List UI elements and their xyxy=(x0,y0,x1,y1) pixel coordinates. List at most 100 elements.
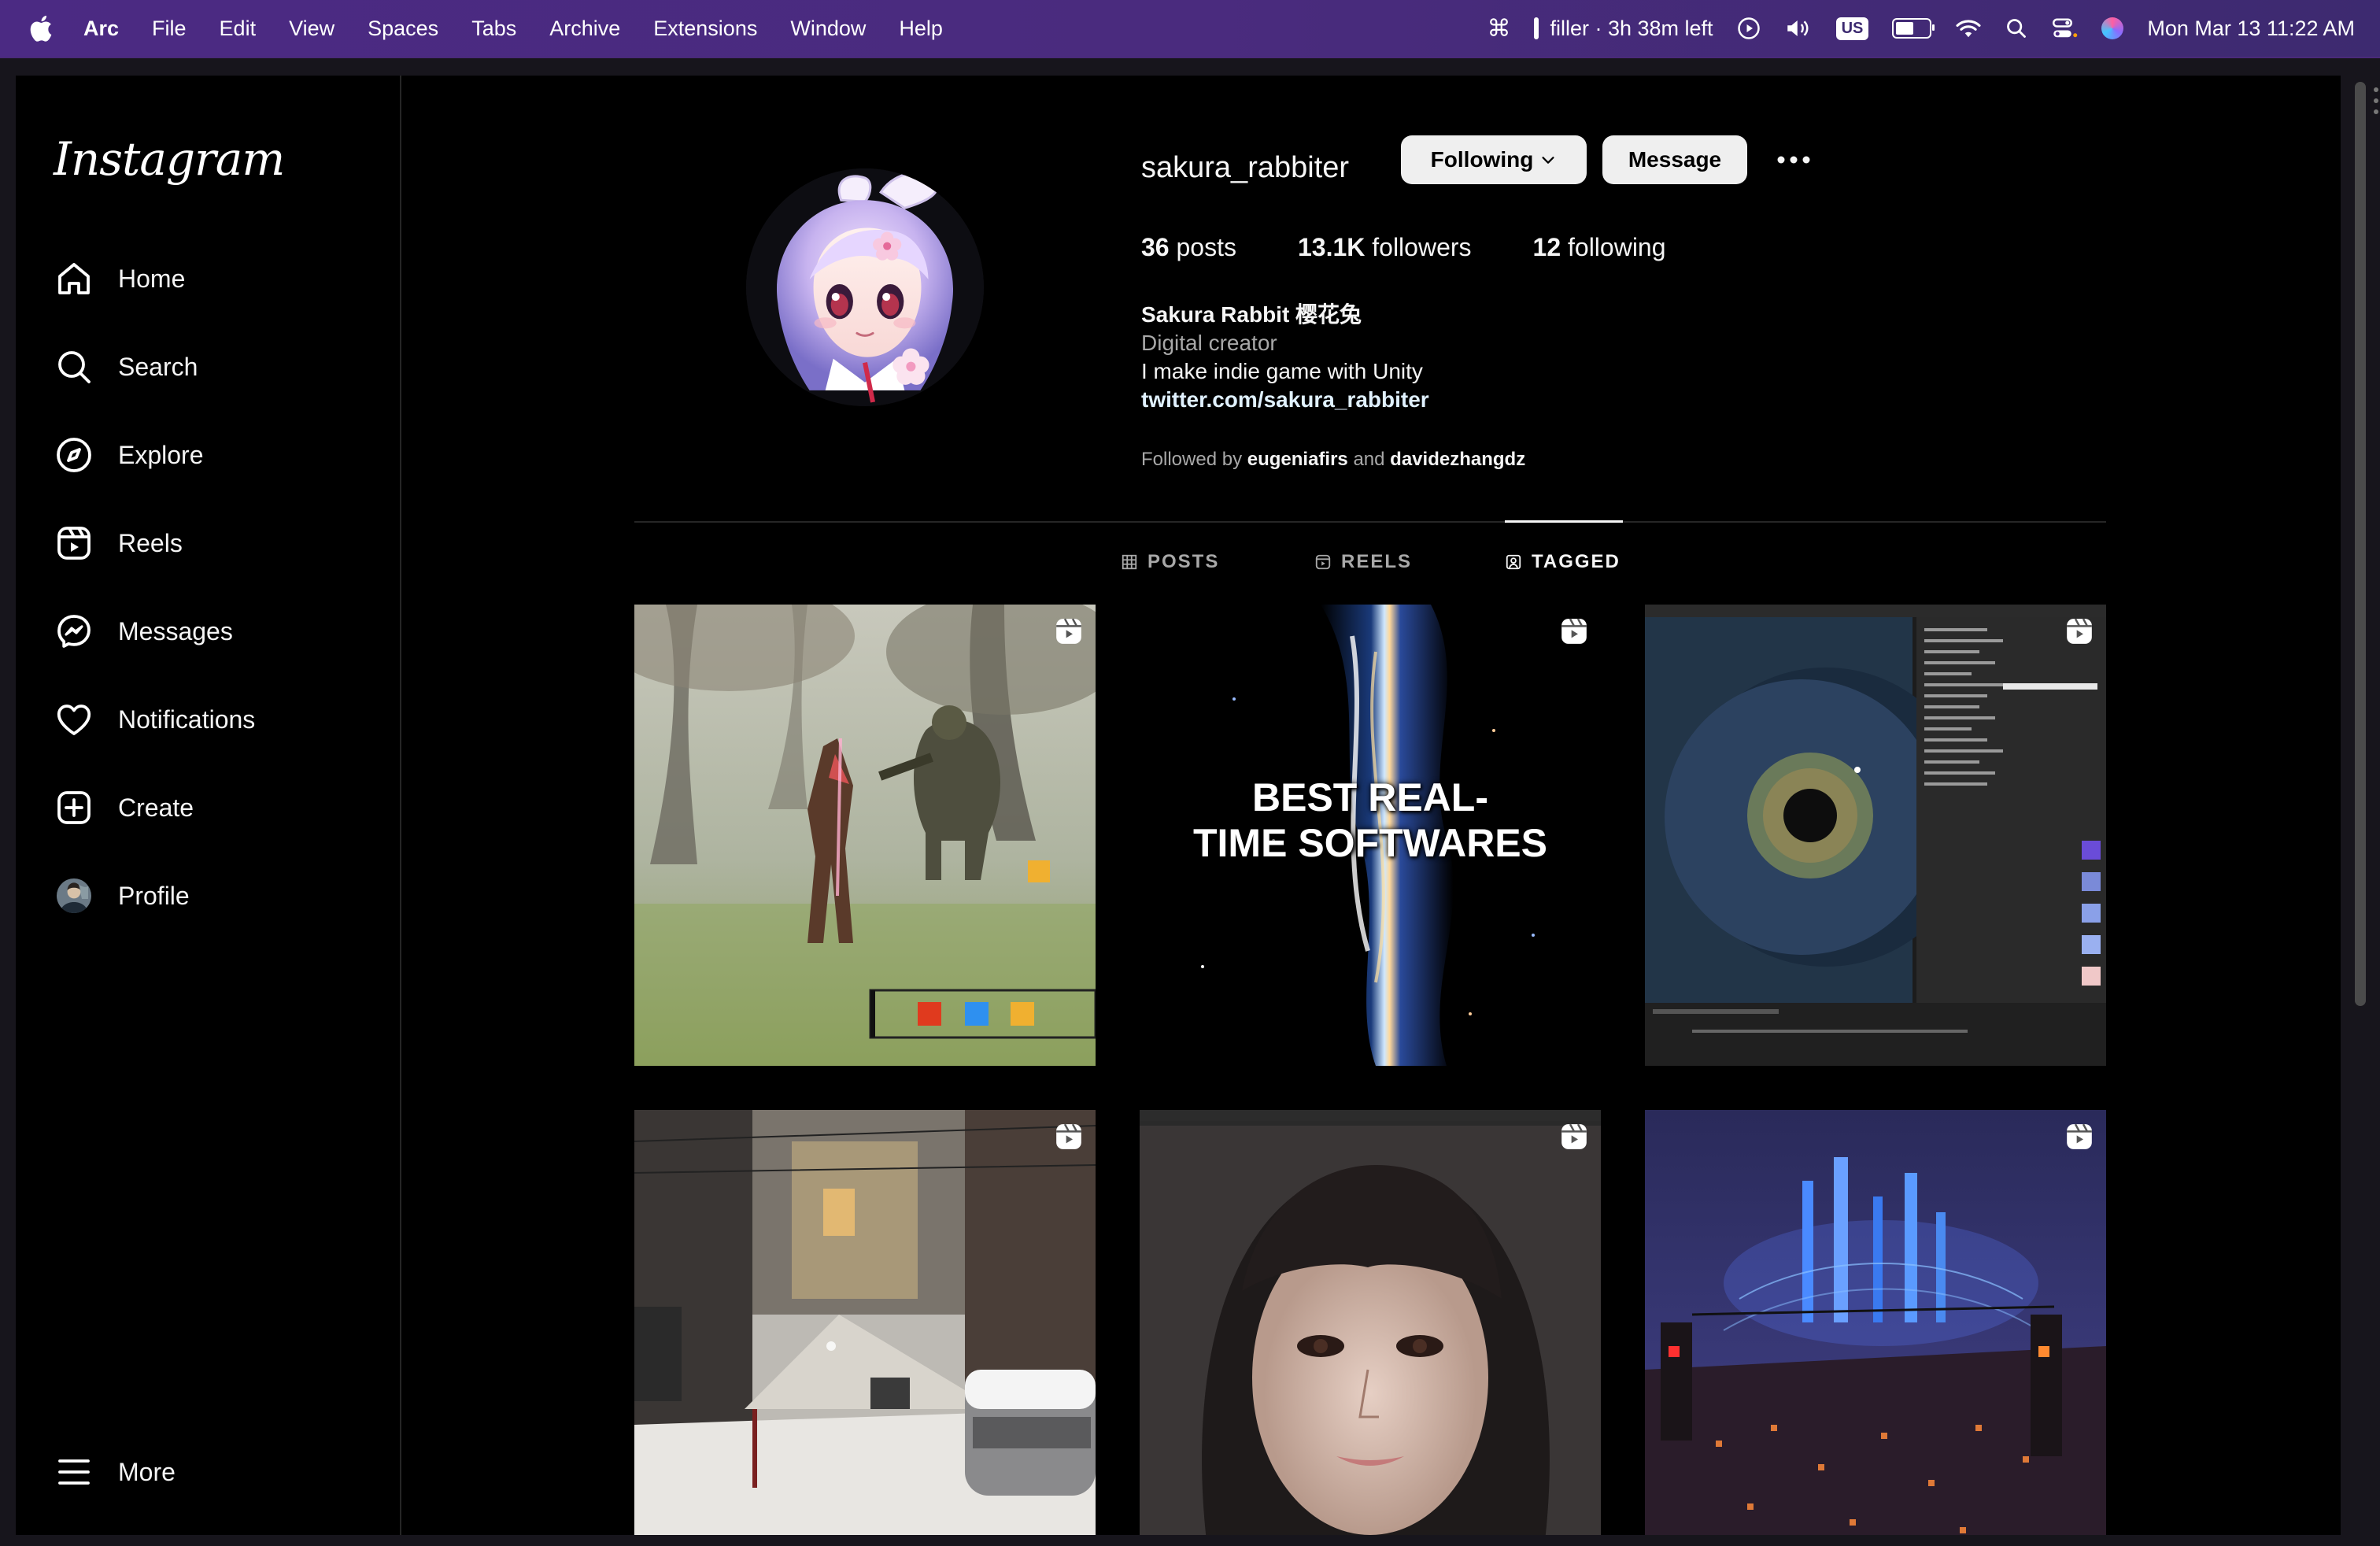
post-tile-forest-battle[interactable] xyxy=(634,605,1096,1066)
post-tile-cyberpunk-city[interactable] xyxy=(1645,1110,2106,1535)
followers-count: 13.1K xyxy=(1297,233,1366,261)
wifi-icon[interactable] xyxy=(1955,17,1982,39)
cyberpunk-city-thumbnail xyxy=(1645,1110,2106,1535)
more-options-icon[interactable] xyxy=(1776,151,1812,168)
menu-app-name[interactable]: Arc xyxy=(83,17,119,41)
menu-bar: Arc File Edit View Spaces Tabs Archive E… xyxy=(0,0,2380,57)
volume-icon[interactable] xyxy=(1784,17,1813,40)
menu-view[interactable]: View xyxy=(289,17,334,41)
posts-label: posts xyxy=(1176,233,1236,261)
command-icon[interactable]: ⌘ xyxy=(1487,15,1510,43)
reels-icon xyxy=(54,523,94,564)
tile-overlay-title: BEST REAL- TIME SOFTWARES xyxy=(1140,775,1601,866)
followed-by-user-2[interactable]: davidezhangdz xyxy=(1390,449,1525,470)
nav-create[interactable]: Create xyxy=(54,786,194,830)
grid-icon xyxy=(1122,554,1137,570)
profile-stats: 36 posts 13.1K followers 12 following xyxy=(1141,233,1728,262)
menu-file[interactable]: File xyxy=(152,17,187,41)
keyboard-layout-badge[interactable]: US xyxy=(1835,17,1869,40)
spotlight-search-icon[interactable] xyxy=(2005,17,2027,39)
post-tile-snowy-street[interactable] xyxy=(634,1110,1096,1535)
timer-status[interactable]: filler · 3h 38m left xyxy=(1534,17,1713,41)
hamburger-menu-icon xyxy=(54,1452,94,1492)
nav-notifications-label: Notifications xyxy=(118,705,256,734)
reel-badge-icon xyxy=(1056,1123,1081,1149)
reel-badge-icon xyxy=(1056,618,1081,644)
nav-explore[interactable]: Explore xyxy=(54,433,204,477)
menu-help[interactable]: Help xyxy=(899,17,943,41)
menu-window[interactable]: Window xyxy=(790,17,866,41)
post-tile-realtime-softwares[interactable]: BEST REAL- TIME SOFTWARES xyxy=(1140,605,1601,1066)
tagged-icon xyxy=(1506,554,1521,570)
followed-by-and: and xyxy=(1353,449,1385,470)
reel-badge-icon xyxy=(2067,1123,2092,1149)
message-button[interactable]: Message xyxy=(1602,135,1747,184)
scrollbar-thumb[interactable] xyxy=(2355,82,2366,1006)
profile-bio: Sakura Rabbit 樱花兔 Digital creator I make… xyxy=(1141,301,1429,414)
plus-square-icon xyxy=(54,787,94,828)
apple-icon[interactable] xyxy=(27,13,58,44)
tab-reels[interactable]: REELS xyxy=(1314,551,1412,573)
tab-posts[interactable]: POSTS xyxy=(1121,551,1219,573)
sidebar: Instagram Home Search Explore Reels Mess… xyxy=(16,76,401,1535)
compass-icon xyxy=(54,435,94,475)
tab-active-indicator xyxy=(1505,520,1623,523)
forest-battle-thumbnail xyxy=(634,605,1096,1066)
nav-messages[interactable]: Messages xyxy=(54,609,233,653)
window-grab-dots-icon[interactable] xyxy=(2372,85,2380,117)
post-tile-girl-portrait[interactable] xyxy=(1140,1110,1601,1535)
bio-text: I make indie game with Unity xyxy=(1141,359,1423,383)
control-center-icon[interactable] xyxy=(2051,17,2078,40)
heart-icon xyxy=(54,699,94,740)
message-button-label: Message xyxy=(1628,147,1722,172)
menu-extensions[interactable]: Extensions xyxy=(653,17,757,41)
window-frame-bottom xyxy=(0,1535,2380,1546)
reel-badge-icon xyxy=(1561,618,1587,644)
reels-tab-icon xyxy=(1315,554,1331,570)
main-content: sakura_rabbiter Following Message 36 pos… xyxy=(401,76,2341,1535)
search-icon xyxy=(54,346,94,387)
menu-tabs[interactable]: Tabs xyxy=(471,17,516,41)
tile-overlay-line-2: TIME SOFTWARES xyxy=(1193,821,1547,865)
menu-archive[interactable]: Archive xyxy=(549,17,620,41)
home-icon xyxy=(54,258,94,299)
following-button[interactable]: Following xyxy=(1401,135,1587,184)
nav-search[interactable]: Search xyxy=(54,345,198,389)
nav-home[interactable]: Home xyxy=(54,257,185,301)
stat-followers[interactable]: 13.1K followers xyxy=(1298,233,1472,262)
tab-reels-label: REELS xyxy=(1341,551,1413,572)
battery-icon[interactable] xyxy=(1892,18,1935,39)
nav-reels[interactable]: Reels xyxy=(54,521,183,565)
profile-avatar[interactable] xyxy=(746,168,984,406)
window-frame-top xyxy=(0,58,2380,76)
post-tile-eye-shader[interactable] xyxy=(1645,605,2106,1066)
nav-notifications[interactable]: Notifications xyxy=(54,697,255,742)
menu-edit[interactable]: Edit xyxy=(220,17,257,41)
anime-avatar-illustration xyxy=(746,168,984,406)
instagram-logo[interactable]: Instagram xyxy=(54,132,285,186)
browser-window: Instagram Home Search Explore Reels Mess… xyxy=(0,58,2380,1546)
chevron-down-icon xyxy=(1542,157,1554,164)
followed-by-user-1[interactable]: eugeniafirs xyxy=(1247,449,1348,470)
nav-profile-label: Profile xyxy=(118,881,190,910)
eye-shader-editor-thumbnail xyxy=(1645,605,2106,1066)
play-icon[interactable] xyxy=(1737,17,1761,40)
nav-profile[interactable]: Profile xyxy=(54,874,190,918)
clock[interactable]: Mon Mar 13 11:22 AM xyxy=(2147,17,2355,41)
battery-level xyxy=(1896,22,1914,35)
stat-following[interactable]: 12 following xyxy=(1533,233,1666,262)
menu-spaces[interactable]: Spaces xyxy=(368,17,438,41)
siri-icon[interactable] xyxy=(2101,17,2124,39)
followers-label: followers xyxy=(1372,233,1472,261)
nav-home-label: Home xyxy=(118,264,186,293)
tab-tagged-label: TAGGED xyxy=(1532,551,1621,572)
nav-more[interactable]: More xyxy=(54,1450,176,1494)
following-count: 12 xyxy=(1532,233,1561,261)
followed-by[interactable]: Followed by eugeniafirs and davidezhangd… xyxy=(1141,449,1525,471)
window-frame-left xyxy=(0,58,16,1546)
tab-posts-label: POSTS xyxy=(1148,551,1220,572)
bio-link[interactable]: twitter.com/sakura_rabbiter xyxy=(1141,386,1429,414)
reel-badge-icon xyxy=(1561,1123,1587,1149)
tab-tagged[interactable]: TAGGED xyxy=(1505,551,1621,573)
profile-username: sakura_rabbiter xyxy=(1141,151,1350,184)
